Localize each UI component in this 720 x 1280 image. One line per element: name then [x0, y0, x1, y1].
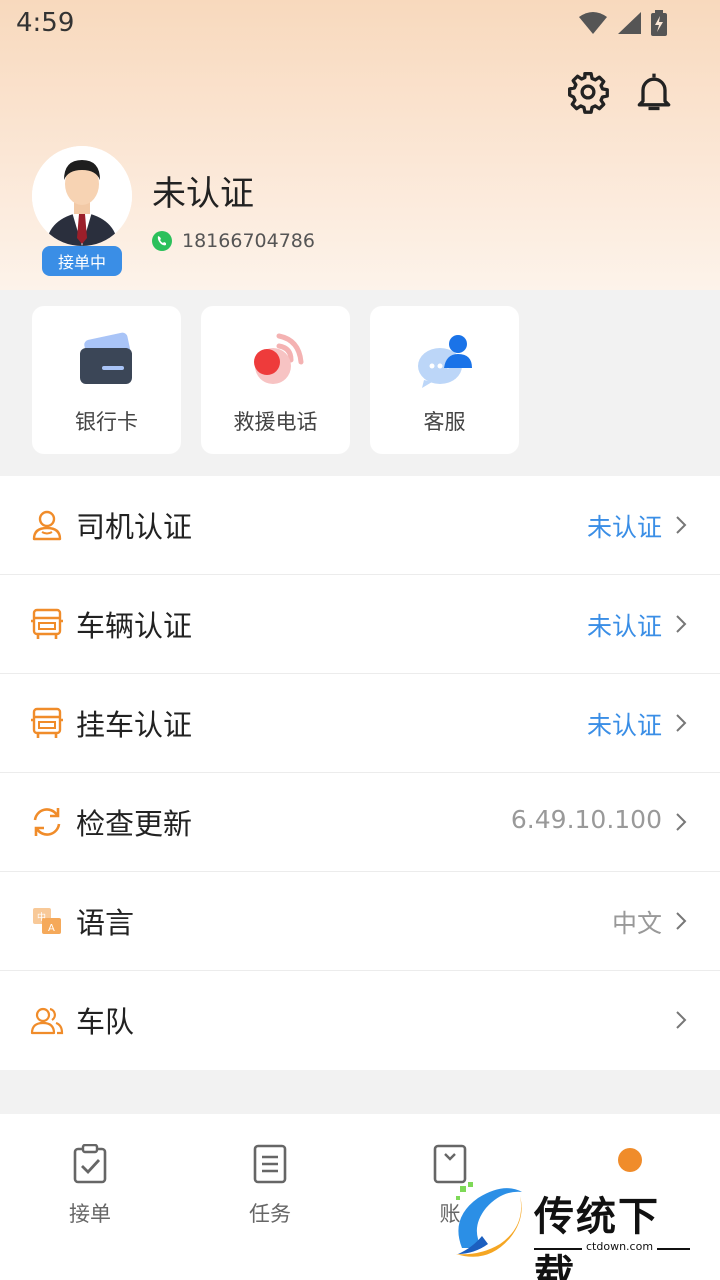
menu-value: 中文 [611, 909, 662, 938]
watermark-swirl-icon [456, 1182, 522, 1257]
menu-label: 车队 [76, 1005, 135, 1039]
header-actions [566, 70, 676, 114]
menu-label: 司机认证 [76, 510, 193, 544]
chevron-right-icon [676, 1011, 687, 1029]
signal-icon [618, 12, 641, 34]
watermark-title: 传统下载 [534, 1194, 660, 1280]
rescue-phone-icon [254, 333, 304, 384]
status-time: 4:59 [16, 8, 75, 38]
menu-item-trailer-auth[interactable]: 挂车认证 未认证 [0, 674, 720, 773]
rescue-phone-button[interactable]: 救援电话 [201, 306, 350, 454]
chevron-right-icon [676, 615, 687, 633]
menu-label: 车辆认证 [76, 609, 193, 643]
svg-text:中: 中 [37, 911, 46, 923]
bank-card-label: 银行卡 [75, 410, 138, 434]
phone-icon [152, 231, 172, 251]
chevron-right-icon [676, 714, 687, 732]
menu-value: 未认证 [586, 711, 662, 740]
bank-card-icon [80, 332, 132, 384]
menu-item-driver-auth[interactable]: 司机认证 未认证 [0, 476, 720, 575]
trailer-icon [31, 707, 63, 738]
phone-number: 18166704786 [182, 230, 315, 252]
svg-text:A: A [48, 923, 55, 934]
phone-row: 18166704786 [152, 230, 315, 252]
settings-menu: 司机认证 未认证 车辆认证 未认证 挂车认证 未认证 检查更新 6.49.10.… [0, 476, 720, 1070]
settings-button[interactable] [566, 70, 610, 114]
watermark-logo: 传统下载 ctdown.com [448, 1178, 698, 1280]
vehicle-icon [31, 608, 63, 639]
menu-value: 6.49.10.100 [510, 805, 662, 834]
chevron-right-icon [676, 813, 687, 831]
menu-item-team[interactable]: 车队 [0, 971, 720, 1070]
chevron-right-icon [676, 516, 687, 534]
profile-header: 4:59 接单中 未认证 18166704786 [0, 0, 720, 290]
customer-service-button[interactable]: 客服 [370, 306, 519, 454]
gear-icon [568, 72, 609, 114]
user-name: 未认证 [152, 174, 254, 214]
menu-label: 挂车认证 [76, 708, 193, 742]
customer-service-label: 客服 [423, 410, 466, 434]
watermark-domain: ctdown.com [582, 1240, 658, 1253]
tab-label: 接单 [69, 1202, 111, 1226]
menu-item-check-update[interactable]: 检查更新 6.49.10.100 [0, 773, 720, 872]
battery-icon [651, 10, 667, 36]
tab-label: 任务 [249, 1202, 291, 1226]
customer-service-icon [418, 335, 472, 388]
menu-label: 语言 [76, 906, 135, 940]
menu-label: 检查更新 [76, 807, 193, 841]
driver-icon [32, 510, 62, 541]
chevron-right-icon [676, 912, 687, 930]
avatar-person-icon [32, 146, 132, 246]
status-icons [578, 10, 668, 36]
clipboard-check-icon [73, 1143, 107, 1184]
team-icon [30, 1007, 64, 1035]
tab-tasks[interactable]: 任务 [210, 1144, 330, 1228]
menu-item-language[interactable]: 中A 语言 中文 [0, 872, 720, 971]
bank-card-button[interactable]: 银行卡 [32, 306, 181, 454]
task-list-icon [253, 1144, 287, 1184]
rescue-phone-label: 救援电话 [233, 410, 318, 434]
menu-value: 未认证 [586, 612, 662, 641]
quick-actions: 银行卡 救援电话 客服 [0, 290, 720, 474]
refresh-icon [33, 808, 61, 836]
tab-orders[interactable]: 接单 [30, 1143, 150, 1228]
status-badge: 接单中 [42, 246, 122, 276]
notification-button[interactable] [632, 70, 676, 114]
wifi-icon [579, 12, 607, 34]
avatar[interactable] [32, 146, 132, 246]
bell-icon [637, 73, 671, 111]
language-icon: 中A [33, 908, 61, 934]
status-bar: 4:59 [0, 0, 720, 50]
menu-item-vehicle-auth[interactable]: 车辆认证 未认证 [0, 575, 720, 674]
menu-value: 未认证 [586, 513, 662, 542]
